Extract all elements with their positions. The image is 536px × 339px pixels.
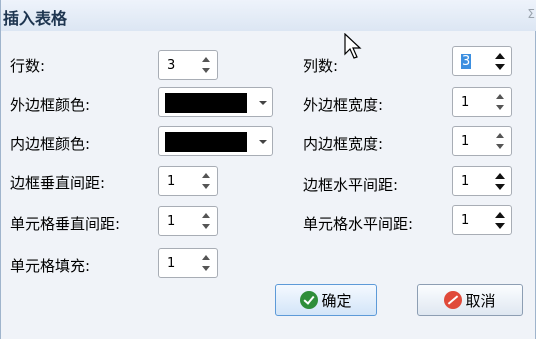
caret-down-icon[interactable]: [259, 101, 267, 105]
border-h-spacing-label: 边框水平间距:: [303, 176, 399, 194]
spin-arrows-icon[interactable]: [201, 209, 213, 233]
cancel-button[interactable]: 取消: [417, 284, 523, 316]
outer-border-color-picker[interactable]: [158, 87, 273, 117]
cell-v-spacing-value: 1: [167, 214, 176, 229]
dialog-title: 插入表格: [3, 9, 68, 28]
rows-stepper[interactable]: 3: [158, 50, 218, 80]
cols-label: 列数:: [303, 57, 339, 75]
border-v-spacing-value: 1: [167, 174, 176, 189]
cell-h-spacing-value: 1: [461, 213, 470, 228]
inner-border-color-swatch: [165, 132, 247, 152]
spin-arrows-icon[interactable]: [495, 208, 507, 232]
spin-arrows-icon[interactable]: [495, 129, 507, 153]
outer-border-color-swatch: [165, 93, 247, 113]
border-v-spacing-stepper[interactable]: 1: [158, 166, 218, 196]
insert-table-dialog: 插入表格 Σ 行数: 3 列数: 3 外边框颜色: 外边框宽度: 1 内边框颜色…: [0, 0, 536, 339]
title-bar[interactable]: 插入表格 Σ: [1, 0, 536, 31]
check-circle-icon: [300, 291, 319, 309]
inner-border-width-value: 1: [461, 134, 470, 149]
mouse-pointer-icon: [344, 33, 362, 59]
cell-v-spacing-label: 单元格垂直间距:: [10, 215, 121, 233]
cell-padding-stepper[interactable]: 1: [158, 248, 218, 278]
spin-arrows-icon[interactable]: [495, 90, 507, 114]
outer-border-width-value: 1: [461, 95, 470, 110]
ok-button-label: 确定: [321, 291, 352, 310]
border-v-spacing-label: 边框垂直间距:: [10, 174, 106, 192]
no-entry-icon: [444, 291, 463, 309]
inner-border-width-stepper[interactable]: 1: [452, 126, 512, 156]
rows-value: 3: [167, 58, 176, 73]
rows-label: 行数:: [10, 57, 46, 75]
border-h-spacing-value: 1: [461, 174, 470, 189]
cell-h-spacing-stepper[interactable]: 1: [452, 205, 512, 235]
caret-down-icon[interactable]: [259, 140, 267, 144]
cell-v-spacing-stepper[interactable]: 1: [158, 206, 218, 236]
cancel-button-label: 取消: [465, 291, 496, 310]
cols-value: 3: [461, 54, 472, 69]
close-icon[interactable]: Σ: [527, 7, 535, 21]
spin-arrows-icon[interactable]: [495, 169, 507, 193]
inner-border-width-label: 内边框宽度:: [303, 135, 384, 153]
inner-border-color-label: 内边框颜色:: [10, 135, 91, 153]
spin-arrows-icon[interactable]: [201, 251, 213, 275]
cell-padding-label: 单元格填充:: [10, 257, 91, 275]
spin-arrows-icon[interactable]: [201, 169, 213, 193]
spin-arrows-icon[interactable]: [495, 49, 507, 73]
border-h-spacing-stepper[interactable]: 1: [452, 166, 512, 196]
outer-border-width-stepper[interactable]: 1: [452, 87, 512, 117]
cell-padding-value: 1: [167, 256, 176, 271]
inner-border-color-picker[interactable]: [158, 126, 273, 156]
outer-border-width-label: 外边框宽度:: [303, 96, 384, 114]
cols-stepper[interactable]: 3: [452, 46, 512, 76]
outer-border-color-label: 外边框颜色:: [10, 96, 91, 114]
cell-h-spacing-label: 单元格水平间距:: [303, 215, 414, 233]
spin-arrows-icon[interactable]: [201, 53, 213, 77]
ok-button[interactable]: 确定: [275, 284, 377, 316]
